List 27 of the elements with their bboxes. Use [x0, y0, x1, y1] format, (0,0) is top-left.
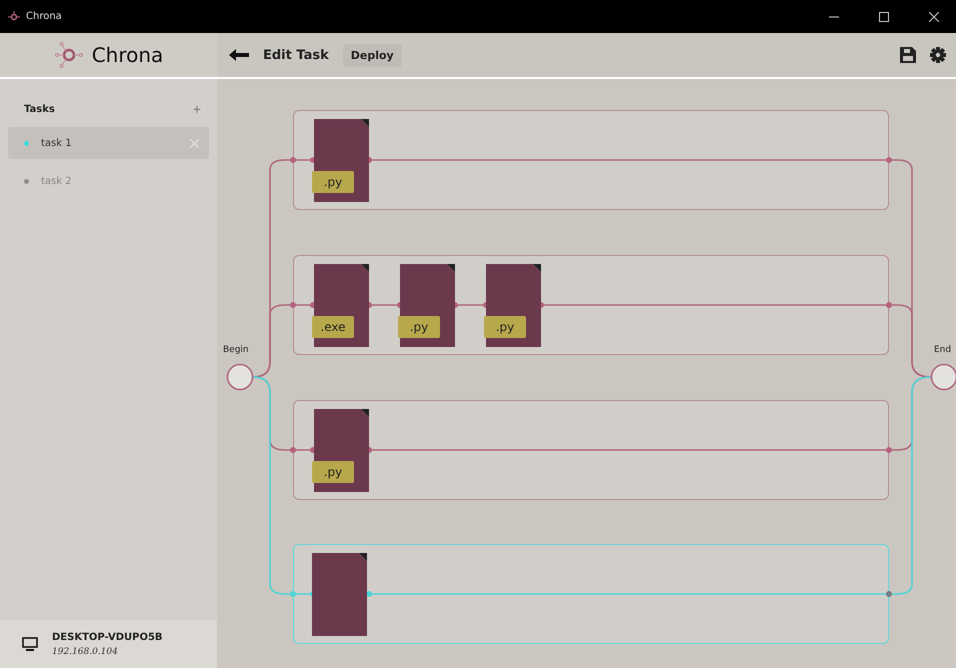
back-arrow-icon[interactable] — [229, 49, 249, 61]
deploy-button[interactable]: Deploy — [342, 44, 402, 66]
settings-icon[interactable] — [930, 47, 946, 63]
app-name: Chrona — [92, 43, 164, 67]
page-title: Edit Task — [263, 48, 329, 62]
begin-node[interactable] — [226, 364, 254, 390]
task-item[interactable]: task 1 — [8, 127, 209, 159]
task-label: task 2 — [41, 176, 73, 186]
logo-icon — [8, 10, 20, 22]
logo-icon — [54, 40, 84, 70]
tasks-heading: Tasks — [24, 104, 55, 114]
save-icon[interactable] — [900, 47, 916, 63]
file-extension: .py — [312, 171, 354, 193]
file-extension: .exe — [312, 316, 354, 338]
end-node[interactable] — [930, 364, 956, 390]
begin-label: Begin — [223, 345, 249, 355]
file-extension: .py — [484, 316, 526, 338]
end-label: End — [934, 345, 952, 355]
maximize-icon[interactable] — [879, 12, 889, 22]
file-extension: .py — [312, 461, 354, 483]
close-icon[interactable] — [929, 12, 939, 22]
file-extension: .py — [398, 316, 440, 338]
device-address: 192.168.0.104 — [52, 646, 119, 656]
window-title: Chrona — [26, 11, 63, 22]
device-name: DESKTOP-VDUPO5B — [52, 632, 163, 642]
task-label: task 1 — [41, 138, 73, 148]
monitor-icon — [22, 636, 38, 652]
